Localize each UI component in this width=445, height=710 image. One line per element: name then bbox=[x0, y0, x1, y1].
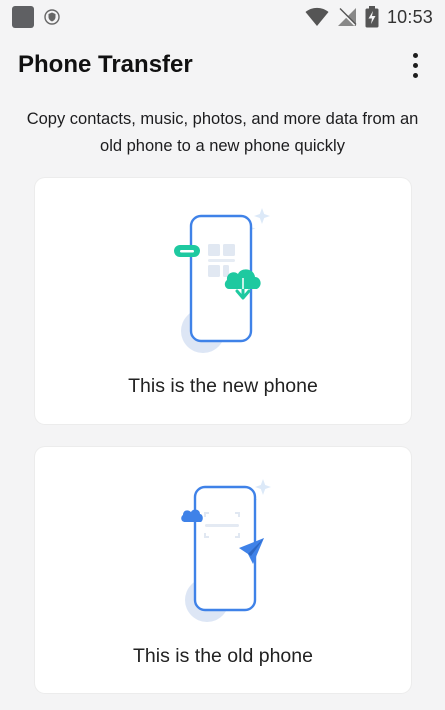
new-phone-download-icon bbox=[35, 178, 411, 368]
new-phone-option-card[interactable]: This is the new phone bbox=[35, 178, 411, 424]
page-title: Phone Transfer bbox=[18, 51, 193, 78]
battery-charging-icon bbox=[365, 6, 379, 28]
no-signal-icon bbox=[337, 8, 357, 26]
status-time: 10:53 bbox=[386, 6, 433, 27]
more-options-button[interactable] bbox=[403, 48, 427, 82]
more-vert-icon bbox=[412, 52, 418, 58]
status-right: 10:53 bbox=[305, 6, 433, 28]
old-phone-send-icon bbox=[35, 447, 411, 637]
page-description: Copy contacts, music, photos, and more d… bbox=[26, 110, 419, 155]
shield-icon bbox=[44, 9, 60, 25]
old-phone-option-card[interactable]: This is the old phone bbox=[35, 447, 411, 693]
new-phone-label: This is the new phone bbox=[128, 375, 318, 397]
notification-app-icon bbox=[12, 6, 34, 28]
app-bar: Phone Transfer bbox=[0, 40, 445, 90]
status-bar: 10:53 bbox=[0, 0, 445, 34]
status-left bbox=[12, 6, 60, 28]
wifi-icon bbox=[305, 7, 329, 26]
old-phone-label: This is the old phone bbox=[133, 645, 313, 667]
